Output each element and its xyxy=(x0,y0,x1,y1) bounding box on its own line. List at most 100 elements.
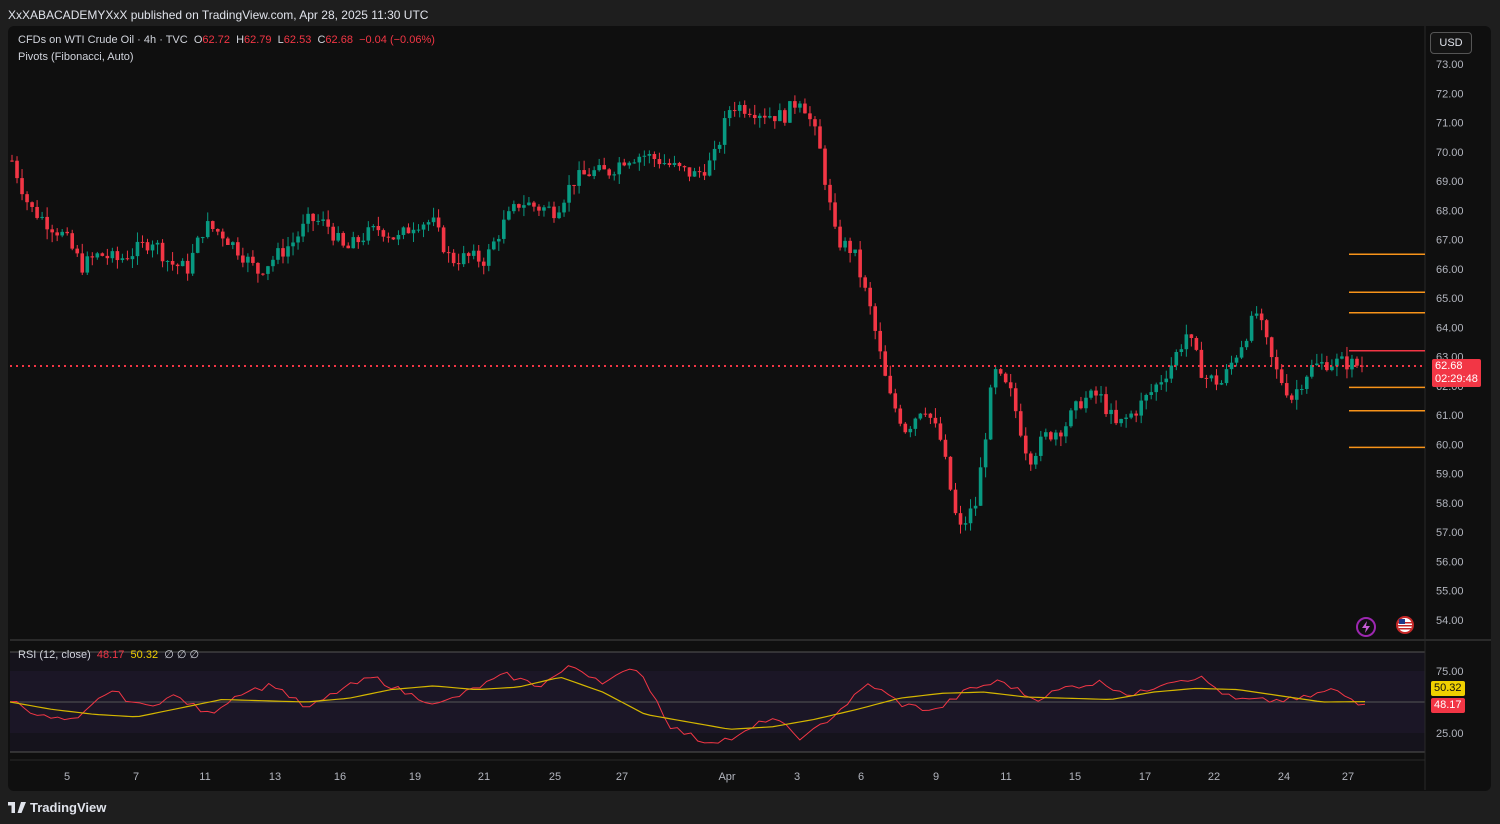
candle-body xyxy=(552,206,556,219)
lightning-icon[interactable] xyxy=(1356,617,1376,637)
candle-body xyxy=(145,242,150,251)
candle-body xyxy=(1064,426,1068,437)
time-tick-label: 11 xyxy=(1000,771,1011,783)
candle-body xyxy=(426,222,431,225)
candle-body xyxy=(968,508,973,524)
candle-body xyxy=(1139,400,1143,416)
candle-body xyxy=(180,260,185,267)
candle-body xyxy=(1284,383,1289,396)
candle-body xyxy=(316,220,320,222)
candle-body xyxy=(115,251,120,261)
candle-body xyxy=(346,245,351,249)
candle-body xyxy=(662,163,667,165)
candle-body xyxy=(140,241,145,243)
candle-body xyxy=(1214,375,1219,385)
price-tick-label: 73.00 xyxy=(1436,59,1464,71)
price-tick-label: 66.00 xyxy=(1436,264,1464,276)
candle-body xyxy=(301,223,305,237)
candle-body xyxy=(747,113,752,115)
candle-body xyxy=(903,423,908,433)
candle-body xyxy=(386,236,391,238)
candle-body xyxy=(1279,369,1284,384)
candle-body xyxy=(582,170,586,175)
candle-body xyxy=(722,118,727,145)
time-tick-label: 16 xyxy=(334,771,346,783)
candle-body xyxy=(1099,394,1103,396)
symbol-title[interactable]: CFDs on WTI Crude Oil · 4h · TVC xyxy=(18,34,188,46)
candle-body xyxy=(497,238,501,242)
candle-body xyxy=(963,523,968,525)
candle-body xyxy=(256,262,260,274)
candle-body xyxy=(1039,436,1043,456)
candle-body xyxy=(808,113,812,120)
time-tick-label: 24 xyxy=(1278,771,1290,783)
candle-body xyxy=(612,174,617,176)
candle-body xyxy=(863,277,867,288)
rsi-tag: 48.17 xyxy=(1431,698,1465,713)
candle-body xyxy=(793,101,797,108)
candle-body xyxy=(486,249,491,266)
candle-body xyxy=(537,206,541,211)
candle-body xyxy=(652,154,657,160)
low-value: 62.53 xyxy=(283,34,312,46)
footer-brand[interactable]: TradingView xyxy=(8,800,106,815)
candle-body xyxy=(286,246,290,257)
candle-body xyxy=(697,171,702,173)
candle-body xyxy=(597,165,601,171)
candle-body xyxy=(742,104,747,114)
candle-body xyxy=(326,219,330,227)
price-tick-label: 72.00 xyxy=(1436,88,1464,100)
candle-body xyxy=(577,170,581,186)
price-tick-label: 68.00 xyxy=(1436,205,1464,217)
us-flag-icon[interactable] xyxy=(1396,616,1414,634)
candle-body xyxy=(120,258,125,261)
candle-body xyxy=(205,221,210,238)
candle-body xyxy=(356,237,361,243)
candle-body xyxy=(1164,378,1169,383)
candle-body xyxy=(1084,397,1088,409)
candle-body xyxy=(85,256,90,273)
candle-body xyxy=(110,251,115,259)
price-tick-label: 60.00 xyxy=(1436,439,1464,451)
candle-body xyxy=(190,252,195,274)
candle-body xyxy=(396,234,401,240)
rsi-legend[interactable]: RSI (12, close) 48.17 50.32 ∅ ∅ ∅ xyxy=(18,648,199,661)
candle-body xyxy=(1244,340,1249,348)
candle-body xyxy=(913,418,918,429)
candle-body xyxy=(617,162,622,175)
candle-body xyxy=(391,237,396,240)
time-tick-label: 22 xyxy=(1208,771,1220,783)
candle-body xyxy=(366,227,371,241)
price-tick-label: 57.00 xyxy=(1436,527,1464,539)
candle-body xyxy=(30,202,34,207)
candle-body xyxy=(70,233,75,249)
candle-body xyxy=(406,227,411,234)
time-tick-label: 27 xyxy=(616,771,628,783)
candle-body xyxy=(1304,376,1309,389)
candle-body xyxy=(195,237,200,253)
candle-body xyxy=(1274,357,1279,370)
candle-body xyxy=(60,231,64,236)
indicator-legend[interactable]: Pivots (Fibonacci, Auto) xyxy=(18,51,134,63)
candle-body xyxy=(707,160,712,176)
candle-body xyxy=(938,423,943,440)
candle-body xyxy=(1345,356,1349,370)
time-tick-label: 9 xyxy=(933,771,939,783)
candle-body xyxy=(853,249,857,254)
candle-body xyxy=(1144,394,1149,401)
candle-body xyxy=(1209,375,1214,379)
time-tick-label: 3 xyxy=(794,771,800,783)
candle-body xyxy=(1149,392,1154,395)
chart-canvas[interactable]: 73.00 72.00 71.00 70.00 69.00 68.00 67.00 66.00… xyxy=(0,0,1500,824)
price-tick-label: 61.00 xyxy=(1436,410,1464,422)
time-tick-label: 27 xyxy=(1342,771,1354,783)
candle-body xyxy=(1074,401,1078,411)
candle-body xyxy=(95,253,100,258)
currency-button[interactable]: USD xyxy=(1430,32,1472,54)
candle-body xyxy=(627,162,632,166)
candle-body xyxy=(803,103,807,114)
candle-body xyxy=(1124,417,1128,419)
candle-body xyxy=(466,253,471,256)
candle-body xyxy=(456,263,461,265)
time-tick-label: 17 xyxy=(1139,771,1151,783)
